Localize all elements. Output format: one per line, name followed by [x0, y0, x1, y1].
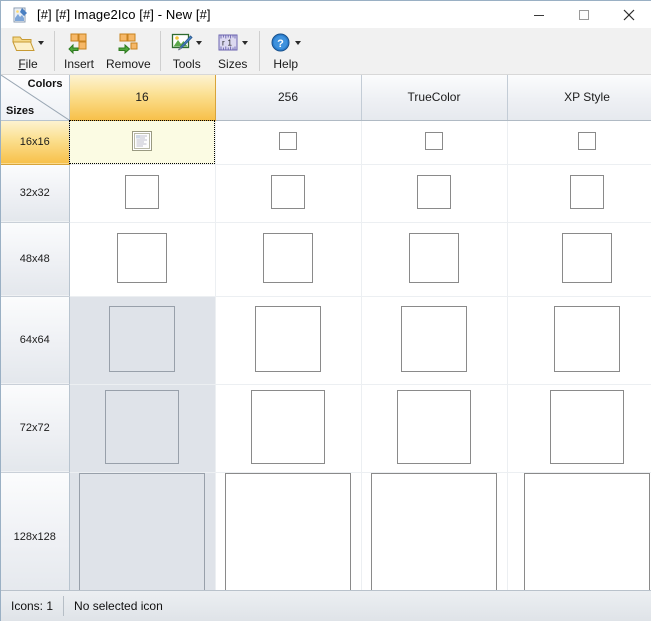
remove-icon-row [116, 30, 140, 56]
folder-open-icon [11, 31, 35, 55]
row-header-72x72[interactable]: 72x72 [1, 384, 70, 473]
cell-64x64-truecolor[interactable] [361, 296, 508, 385]
grid-row-16x16: 16x16 [1, 120, 651, 165]
tools-chevron-down-icon[interactable] [195, 31, 204, 55]
cell-64x64-256[interactable] [215, 296, 362, 385]
cell-64x64-xpstyle[interactable] [507, 296, 651, 385]
cell-72x72-256[interactable] [215, 384, 362, 473]
row-header-16x16[interactable]: 16x16 [1, 120, 70, 165]
grid-row-72x72: 72x72 [1, 384, 651, 473]
cell-128x128-truecolor[interactable] [361, 472, 508, 590]
cell-16x16-truecolor[interactable] [361, 120, 508, 165]
toolbar-label-file: File [18, 57, 38, 71]
column-header-256[interactable]: 256 [215, 75, 362, 121]
toolbar: File Insert Remove Tools r 1 Sizes ? Hel… [1, 28, 651, 75]
row-header-48x48[interactable]: 48x48 [1, 222, 70, 297]
svg-text:r: r [222, 39, 225, 48]
icon-size-color-grid[interactable]: Colors Sizes 16 256 TrueColor XP Style 1… [1, 75, 651, 590]
cell-16x16-xpstyle[interactable] [507, 120, 651, 165]
cell-32x32-16[interactable] [69, 164, 216, 223]
toolbar-label-remove: Remove [106, 57, 151, 71]
corner-colors-label: Colors [27, 78, 63, 90]
insert-icon-row [67, 30, 91, 56]
cell-48x48-truecolor[interactable] [361, 222, 508, 297]
tools-icon-row [170, 30, 204, 56]
toolbar-button-insert[interactable]: Insert [58, 28, 100, 74]
close-button[interactable] [606, 1, 651, 28]
grid-body: 16x16 32x32 48x48 64x64 72x72 128x128 [1, 120, 651, 590]
toolbar-button-help[interactable]: ? Help [263, 28, 309, 74]
cell-32x32-truecolor[interactable] [361, 164, 508, 223]
toolbar-separator-2 [159, 31, 161, 71]
toolbar-label-insert: Insert [64, 57, 95, 71]
svg-text:1: 1 [227, 39, 232, 48]
column-header-truecolor[interactable]: TrueColor [361, 75, 508, 121]
title-bar: [#] [#] Image2Ico [#] - New [#] [1, 1, 651, 28]
row-header-64x64[interactable]: 64x64 [1, 296, 70, 385]
grid-table: Colors Sizes 16 256 TrueColor XP Style 1… [1, 75, 651, 590]
sizes-chevron-down-icon[interactable] [241, 31, 250, 55]
cell-72x72-truecolor[interactable] [361, 384, 508, 473]
pencil-image-icon [170, 31, 194, 55]
toolbar-separator-3 [258, 31, 260, 71]
maximize-button[interactable] [561, 1, 606, 28]
file-chevron-down-icon[interactable] [36, 31, 45, 55]
grid-row-48x48: 48x48 [1, 222, 651, 297]
toolbar-label-help: Help [273, 57, 299, 71]
help-icon-row: ? [269, 30, 303, 56]
corner-sizes-label: Sizes [6, 104, 35, 117]
insert-blocks-icon [67, 31, 91, 55]
cell-48x48-16[interactable] [69, 222, 216, 297]
cell-48x48-xpstyle[interactable] [507, 222, 651, 297]
toolbar-button-file[interactable]: File [5, 28, 51, 74]
svg-text:?: ? [277, 38, 284, 50]
cell-72x72-16[interactable] [69, 384, 216, 473]
cell-48x48-256[interactable] [215, 222, 362, 297]
toolbar-button-sizes[interactable]: r 1 Sizes [210, 28, 256, 74]
cell-16x16-16[interactable] [69, 120, 216, 165]
cell-32x32-xpstyle[interactable] [507, 164, 651, 223]
window-title: [#] [#] Image2Ico [#] - New [#] [37, 7, 211, 22]
cell-128x128-xpstyle[interactable] [507, 472, 651, 590]
status-selection: No selected icon [74, 599, 163, 613]
grid-corner-header: Colors Sizes [1, 75, 70, 121]
toolbar-label-tools: Tools [172, 57, 201, 71]
help-chevron-down-icon[interactable] [294, 31, 303, 55]
toolbar-button-remove[interactable]: Remove [100, 28, 157, 74]
file-icon-row [11, 30, 45, 56]
image2ico-icon [12, 7, 28, 23]
column-header-xpstyle[interactable]: XP Style [507, 75, 651, 121]
sizes-icon-row: r 1 [216, 30, 250, 56]
cell-64x64-16[interactable] [69, 296, 216, 385]
row-header-128x128[interactable]: 128x128 [1, 472, 70, 590]
column-header-16[interactable]: 16 [69, 75, 216, 121]
minimize-button[interactable] [516, 1, 561, 28]
document-thumbnail-icon [132, 130, 152, 151]
grid-header-row: Colors Sizes 16 256 TrueColor XP Style [1, 75, 651, 121]
status-bar: Icons: 1 No selected icon [1, 590, 651, 621]
cell-32x32-256[interactable] [215, 164, 362, 223]
grid-row-32x32: 32x32 [1, 164, 651, 223]
status-icon-count: Icons: 1 [11, 599, 54, 613]
help-question-icon: ? [269, 31, 293, 55]
remove-blocks-icon [116, 31, 140, 55]
toolbar-label-sizes: Sizes [218, 57, 248, 71]
ruler-icon: r 1 [216, 31, 240, 55]
row-header-32x32[interactable]: 32x32 [1, 164, 70, 223]
window-controls [516, 1, 651, 28]
application-window: [#] [#] Image2Ico [#] - New [#] File Ins… [0, 0, 651, 621]
grid-row-64x64: 64x64 [1, 296, 651, 385]
grid-row-128x128: 128x128 [1, 472, 651, 590]
toolbar-button-tools[interactable]: Tools [164, 28, 210, 74]
cell-128x128-256[interactable] [215, 472, 362, 590]
toolbar-separator-1 [54, 31, 55, 71]
grid-header: Colors Sizes 16 256 TrueColor XP Style [1, 75, 651, 121]
cell-16x16-256[interactable] [215, 120, 362, 165]
cell-72x72-xpstyle[interactable] [507, 384, 651, 473]
cell-128x128-16[interactable] [69, 472, 216, 590]
